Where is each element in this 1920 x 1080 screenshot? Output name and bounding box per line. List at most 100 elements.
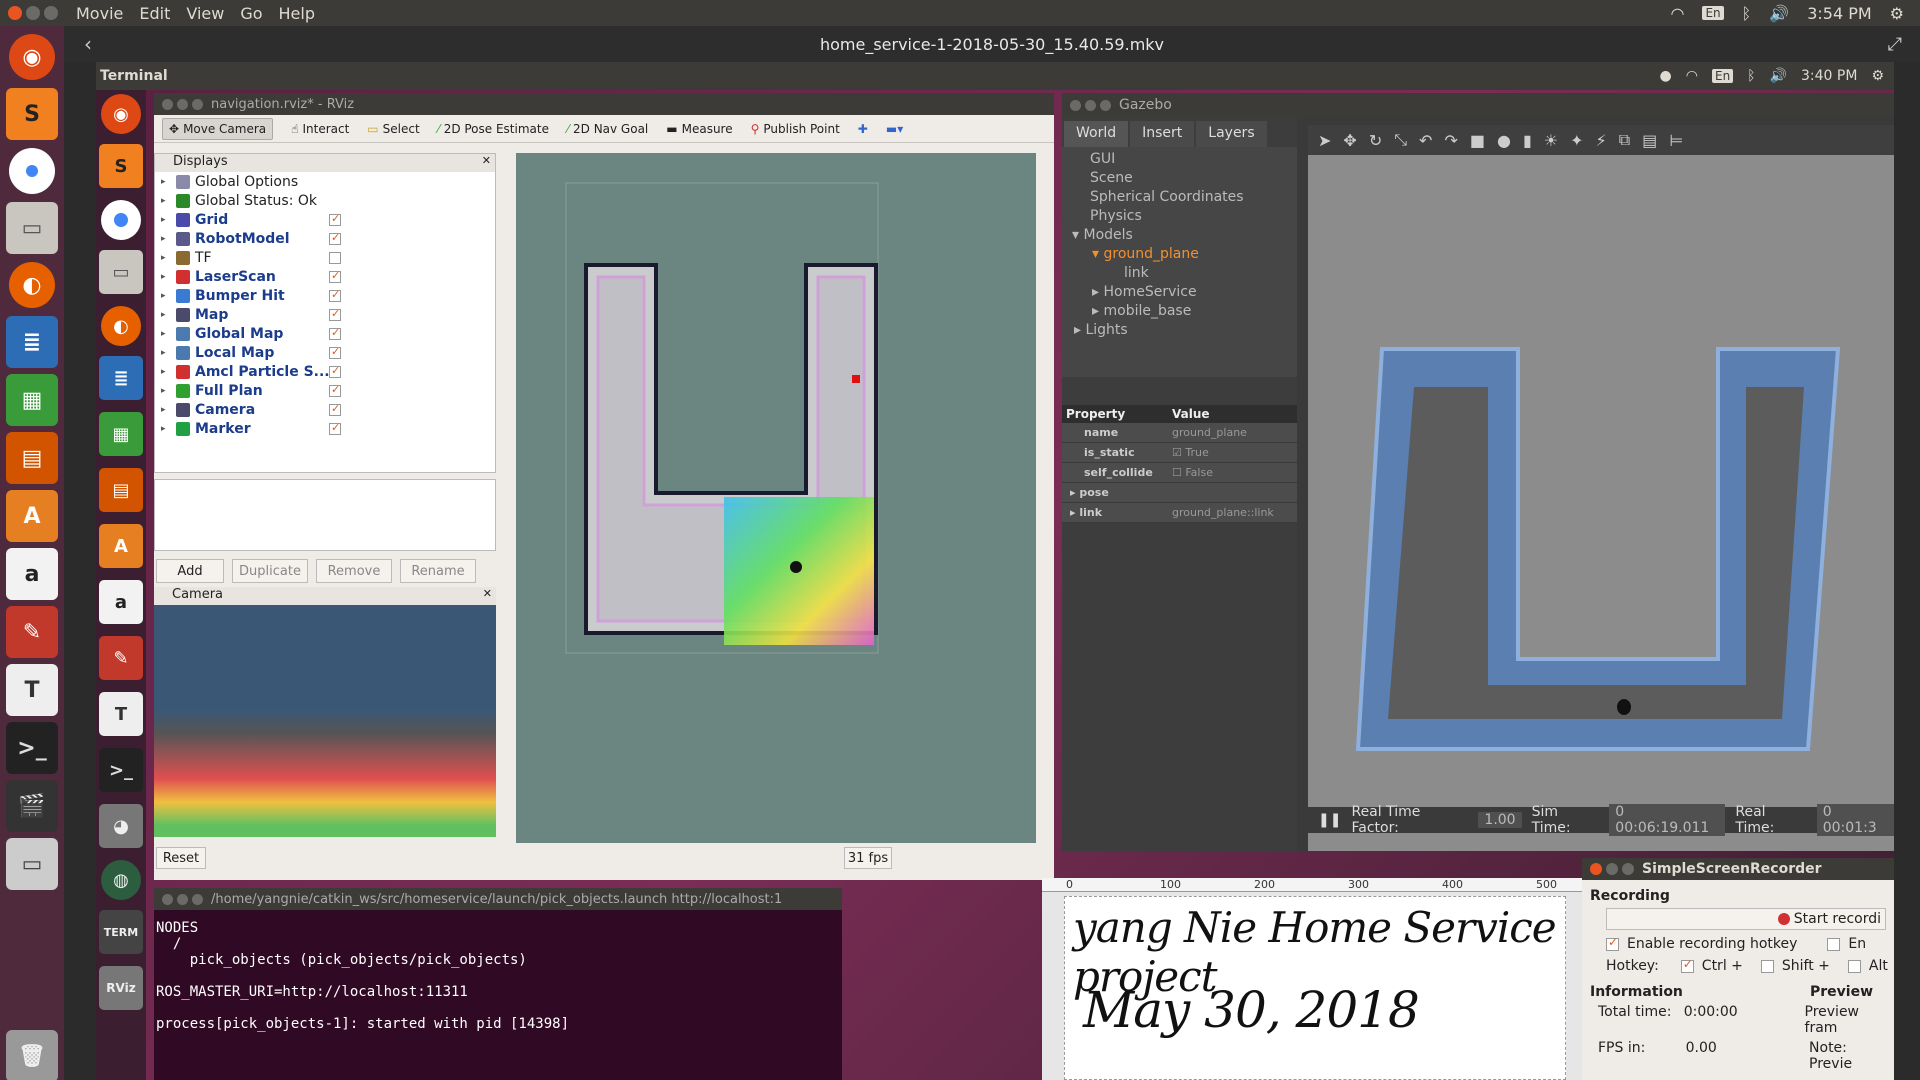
point-light-icon[interactable]: ✦: [1570, 131, 1583, 150]
tool-2d-pose-estimate[interactable]: ⁄ 2D Pose Estimate: [438, 122, 549, 136]
display-item[interactable]: ▸ Global Options: [155, 172, 495, 191]
menu-help[interactable]: Help: [279, 4, 315, 23]
minimize-button[interactable]: [177, 98, 188, 110]
alt-checkbox[interactable]: [1847, 959, 1861, 973]
impress-icon[interactable]: ▤: [99, 468, 143, 512]
close-button[interactable]: [8, 6, 22, 20]
chevron-right-icon[interactable]: ▸: [161, 291, 173, 301]
tree-item-mobile-base[interactable]: ▸ mobile_base: [1062, 303, 1297, 322]
redo-icon[interactable]: ↷: [1444, 131, 1457, 150]
menu-view[interactable]: View: [186, 4, 224, 23]
chevron-right-icon[interactable]: ▸: [161, 234, 173, 244]
chevron-right-icon[interactable]: ▸: [161, 196, 173, 206]
clock[interactable]: 3:54 PM: [1807, 4, 1871, 23]
display-enabled-checkbox[interactable]: [329, 402, 341, 416]
display-item[interactable]: ▸ Grid: [155, 210, 495, 229]
display-enabled-checkbox[interactable]: [329, 269, 341, 283]
gear-icon[interactable]: ⚙: [1871, 68, 1884, 84]
terminal-window[interactable]: /home/yangnie/catkin_ws/src/homeservice/…: [154, 888, 842, 1080]
tree-item-spherical[interactable]: Spherical Coordinates: [1062, 189, 1297, 208]
minimize-button[interactable]: [26, 6, 40, 20]
display-item[interactable]: ▸ Full Plan: [155, 381, 495, 400]
tool-select[interactable]: ▭ Select: [367, 122, 419, 136]
tool-measure[interactable]: ▬ Measure: [666, 122, 732, 136]
display-item[interactable]: ▸ Global Map: [155, 324, 495, 343]
fullscreen-icon[interactable]: ⤢: [1888, 34, 1902, 55]
sublime-icon[interactable]: S: [6, 88, 58, 140]
display-enabled-checkbox[interactable]: [329, 251, 341, 264]
ctrl-checkbox[interactable]: [1680, 957, 1694, 973]
tool-move-camera[interactable]: ✥ Move Camera: [162, 117, 274, 140]
spot-light-icon[interactable]: ⚡: [1596, 131, 1607, 150]
chevron-right-icon[interactable]: ▸: [161, 310, 173, 320]
prop-row-self-collide[interactable]: self_collide ☐ False: [1062, 463, 1297, 483]
close-button[interactable]: [162, 98, 173, 110]
amazon-icon[interactable]: a: [6, 548, 58, 600]
bluetooth-icon[interactable]: ᛒ: [1747, 68, 1755, 84]
keyboard-layout[interactable]: En: [1702, 6, 1724, 20]
sphere-icon[interactable]: ●: [1497, 131, 1511, 150]
cylinder-icon[interactable]: ▮: [1523, 131, 1532, 150]
calc-icon[interactable]: ▦: [6, 374, 58, 426]
tab-layers[interactable]: Layers: [1196, 121, 1267, 147]
chevron-right-icon[interactable]: ▸: [161, 386, 173, 396]
undo-icon[interactable]: ↶: [1419, 131, 1432, 150]
impress-icon[interactable]: ▤: [6, 432, 58, 484]
minimize-button[interactable]: [1085, 99, 1096, 111]
minimize-button[interactable]: [1606, 863, 1618, 875]
prop-row-link[interactable]: ▸ link ground_plane::link: [1062, 503, 1297, 523]
writer-icon[interactable]: ≣: [6, 316, 58, 368]
tree-item-physics[interactable]: Physics: [1062, 208, 1297, 227]
display-enabled-checkbox[interactable]: [329, 212, 341, 226]
tab-world[interactable]: World: [1064, 121, 1129, 147]
software-center-icon[interactable]: A: [99, 524, 143, 568]
display-item[interactable]: ▸ Bumper Hit: [155, 286, 495, 305]
menu-movie[interactable]: Movie: [76, 4, 123, 23]
display-enabled-checkbox[interactable]: [329, 421, 341, 435]
calc-icon[interactable]: ▦: [99, 412, 143, 456]
close-button[interactable]: [1590, 863, 1602, 875]
maximize-button[interactable]: [1100, 99, 1111, 111]
firefox-icon[interactable]: ◐: [9, 262, 55, 308]
chevron-right-icon[interactable]: ▸: [161, 177, 173, 187]
close-button[interactable]: [162, 893, 173, 905]
display-item[interactable]: ▸ Global Status: Ok: [155, 191, 495, 210]
rotate-icon[interactable]: ↻: [1369, 131, 1382, 150]
writer-icon[interactable]: ≣: [99, 356, 143, 400]
display-item[interactable]: ▸ LaserScan: [155, 267, 495, 286]
remove-tool-button[interactable]: ▬▾: [886, 122, 903, 136]
add-button[interactable]: Add: [156, 559, 224, 583]
maximize-button[interactable]: [192, 98, 203, 110]
display-item[interactable]: ▸ Map: [155, 305, 495, 324]
volume-icon[interactable]: 🔊: [1770, 68, 1787, 84]
chevron-right-icon[interactable]: ▸: [161, 348, 173, 358]
display-item[interactable]: ▸ Camera: [155, 400, 495, 419]
maximize-button[interactable]: [192, 893, 203, 905]
display-enabled-checkbox[interactable]: [329, 288, 341, 302]
copy-icon[interactable]: ⧉: [1619, 130, 1630, 150]
ubuntu-dash-icon[interactable]: ◉: [101, 94, 141, 134]
display-item[interactable]: ▸ Amcl Particle S...: [155, 362, 495, 381]
align-icon[interactable]: ⊨: [1669, 131, 1683, 150]
reset-button[interactable]: Reset: [156, 847, 206, 869]
minimize-button[interactable]: [177, 893, 188, 905]
shift-checkbox[interactable]: [1760, 959, 1774, 973]
settings-icon[interactable]: ✎: [99, 636, 143, 680]
indicator-icon[interactable]: ●: [1660, 68, 1672, 84]
back-icon[interactable]: ‹: [84, 32, 92, 56]
remove-button[interactable]: Remove: [316, 559, 392, 583]
volume-icon[interactable]: 🔊: [1769, 4, 1789, 23]
sublime-icon[interactable]: S: [99, 144, 143, 188]
firefox-icon[interactable]: ◐: [101, 306, 141, 346]
display-enabled-checkbox[interactable]: [329, 307, 341, 321]
wifi-icon[interactable]: ◠: [1686, 68, 1698, 84]
sun-icon[interactable]: ☀: [1544, 131, 1558, 150]
editor-canvas[interactable]: yang Nie Home Service project May 30, 20…: [1064, 896, 1566, 1080]
prop-row-pose[interactable]: ▸ pose: [1062, 483, 1297, 503]
rename-button[interactable]: Rename: [400, 559, 476, 583]
display-enabled-checkbox[interactable]: [329, 231, 341, 245]
files-icon[interactable]: ▭: [99, 250, 143, 294]
xterm-icon[interactable]: TERM: [99, 910, 143, 954]
paste-icon[interactable]: ▤: [1642, 131, 1657, 150]
bluetooth-icon[interactable]: ᛒ: [1742, 4, 1752, 23]
